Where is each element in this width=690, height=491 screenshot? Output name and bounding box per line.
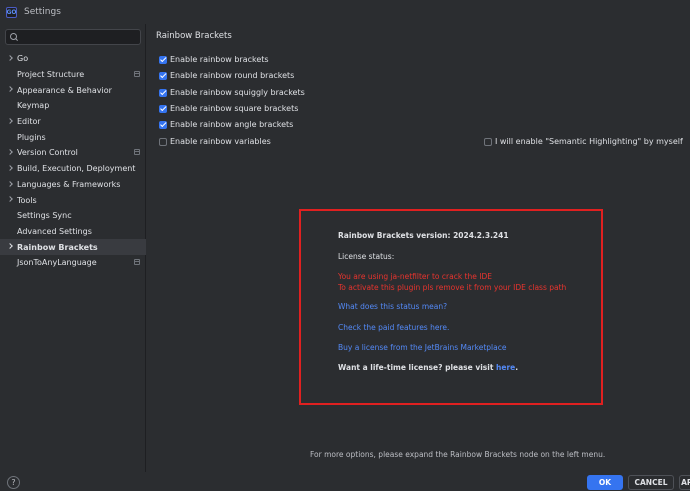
sidebar-item-project-structure[interactable]: Project Structure — [0, 67, 146, 83]
lifetime-license-text: Want a life-time license? please visit h… — [338, 363, 518, 372]
sidebar-item-settings-sync[interactable]: Settings Sync — [0, 208, 146, 224]
sidebar-item-keymap[interactable]: Keymap — [0, 98, 146, 114]
chevron-right-icon[interactable] — [7, 164, 13, 171]
sidebar-item-label: Advanced Settings — [17, 226, 92, 236]
option-label: Enable rainbow angle brackets — [170, 120, 294, 129]
help-button[interactable]: ? — [7, 476, 20, 489]
chevron-right-icon[interactable] — [7, 180, 13, 187]
apply-button[interactable]: APPLY — [679, 475, 690, 490]
goland-app-icon: GO — [6, 6, 17, 18]
sidebar-item-label: Go — [17, 54, 29, 64]
sidebar-item-appearance-behavior[interactable]: Appearance & Behavior — [0, 82, 146, 98]
option-label: I will enable "Semantic Highlighting" by… — [495, 137, 683, 146]
checkbox[interactable] — [159, 104, 167, 113]
sidebar-item-label: Rainbow Brackets — [17, 242, 98, 252]
sidebar-item-editor[interactable]: Editor — [0, 114, 146, 130]
checkbox[interactable] — [159, 88, 167, 97]
settings-nav-tree: Go Project Structure Appearance & Behavior… — [0, 51, 146, 271]
sidebar-item-jsontoanylanguage[interactable]: JsonToAnyLanguage — [0, 255, 146, 271]
option-enable-square-brackets[interactable]: Enable rainbow square brackets — [159, 104, 298, 113]
chevron-right-icon[interactable] — [7, 55, 13, 61]
option-label: Enable rainbow round brackets — [170, 71, 295, 80]
sidebar-item-tools[interactable]: Tools — [0, 192, 146, 208]
option-label: Enable rainbow brackets — [170, 55, 269, 64]
sidebar-item-label: Version Control — [17, 148, 78, 158]
sidebar-item-label: Plugins — [17, 132, 46, 142]
chevron-right-icon[interactable] — [7, 149, 13, 155]
option-enable-rainbow-brackets[interactable]: Enable rainbow brackets — [159, 55, 269, 64]
chevron-right-icon[interactable] — [7, 117, 13, 124]
project-level-icon — [134, 70, 140, 77]
sidebar-item-rainbow-brackets[interactable]: Rainbow Brackets — [0, 239, 146, 255]
license-status-label: License status: — [338, 252, 395, 261]
sidebar-item-advanced-settings[interactable]: Advanced Settings — [0, 224, 146, 240]
license-status-box: Rainbow Brackets version: 2024.2.3.241 L… — [299, 209, 603, 405]
license-warning-line-1: You are using ja-netfilter to crack the … — [338, 272, 492, 281]
sidebar-item-go[interactable]: Go — [0, 51, 146, 67]
chevron-right-icon[interactable] — [7, 86, 13, 93]
sidebar-item-label: Languages & Frameworks — [17, 179, 121, 189]
option-label: Enable rainbow square brackets — [170, 104, 299, 113]
settings-search-input[interactable] — [5, 29, 141, 45]
checkbox[interactable] — [159, 55, 167, 64]
option-semantic-highlighting[interactable]: I will enable "Semantic Highlighting" by… — [484, 137, 683, 146]
sidebar-item-label: Settings Sync — [17, 211, 72, 221]
chevron-right-icon[interactable] — [7, 243, 13, 250]
sidebar-item-version-control[interactable]: Version Control — [0, 145, 146, 161]
more-options-note: For more options, please expand the Rain… — [310, 450, 606, 459]
sidebar-item-plugins[interactable]: Plugins — [0, 129, 146, 145]
sidebar-item-label: Build, Execution, Deployment — [17, 164, 136, 174]
status-meaning-link[interactable]: What does this status mean? — [338, 302, 447, 311]
checkbox[interactable] — [159, 137, 167, 146]
option-enable-squiggly-brackets[interactable]: Enable rainbow squiggly brackets — [159, 88, 305, 97]
sidebar-item-build-execution-deployment[interactable]: Build, Execution, Deployment — [0, 161, 146, 177]
sidebar-item-label: Appearance & Behavior — [17, 85, 112, 95]
lifetime-prompt: Want a life-time license? please visit — [338, 363, 497, 372]
paid-features-link[interactable]: Check the paid features here. — [338, 323, 449, 332]
plugin-version-text: Rainbow Brackets version: 2024.2.3.241 — [338, 231, 509, 240]
page-title: Rainbow Brackets — [156, 31, 232, 41]
project-level-icon — [134, 258, 140, 265]
title-bar: GO Settings — [0, 0, 690, 24]
option-label: Enable rainbow squiggly brackets — [170, 88, 305, 97]
project-level-icon — [134, 149, 140, 156]
sidebar-item-label: Tools — [17, 195, 37, 205]
sidebar-item-label: JsonToAnyLanguage — [17, 258, 97, 268]
sidebar-item-label: Editor — [17, 117, 41, 127]
cancel-button[interactable]: CANCEL — [628, 475, 674, 490]
sidebar-item-label: Keymap — [17, 101, 50, 111]
option-label: Enable rainbow variables — [170, 137, 271, 146]
window-title: Settings — [24, 7, 61, 17]
sidebar-item-label: Project Structure — [17, 70, 85, 80]
option-enable-angle-brackets[interactable]: Enable rainbow angle brackets — [159, 120, 293, 129]
checkbox[interactable] — [159, 120, 167, 129]
settings-sidebar: Go Project Structure Appearance & Behavior… — [0, 24, 146, 491]
option-enable-rainbow-variables[interactable]: Enable rainbow variables — [159, 137, 271, 146]
lifetime-period: . — [515, 363, 519, 372]
checkbox[interactable] — [159, 71, 167, 80]
dialog-button-bar: ? OK CANCEL APPLY — [0, 472, 690, 491]
lifetime-here-link[interactable]: here — [496, 363, 515, 372]
search-icon — [10, 33, 18, 41]
license-warning-line-2: To activate this plugin pls remove it fr… — [338, 283, 567, 292]
buy-license-link[interactable]: Buy a license from the JetBrains Marketp… — [338, 343, 506, 352]
rainbow-brackets-settings-panel: Rainbow Brackets Enable rainbow brackets… — [147, 24, 690, 491]
chevron-right-icon[interactable] — [7, 196, 13, 203]
checkbox[interactable] — [484, 137, 492, 146]
ok-button[interactable]: OK — [587, 475, 623, 490]
sidebar-item-languages-frameworks[interactable]: Languages & Frameworks — [0, 177, 146, 193]
option-enable-round-brackets[interactable]: Enable rainbow round brackets — [159, 71, 294, 80]
